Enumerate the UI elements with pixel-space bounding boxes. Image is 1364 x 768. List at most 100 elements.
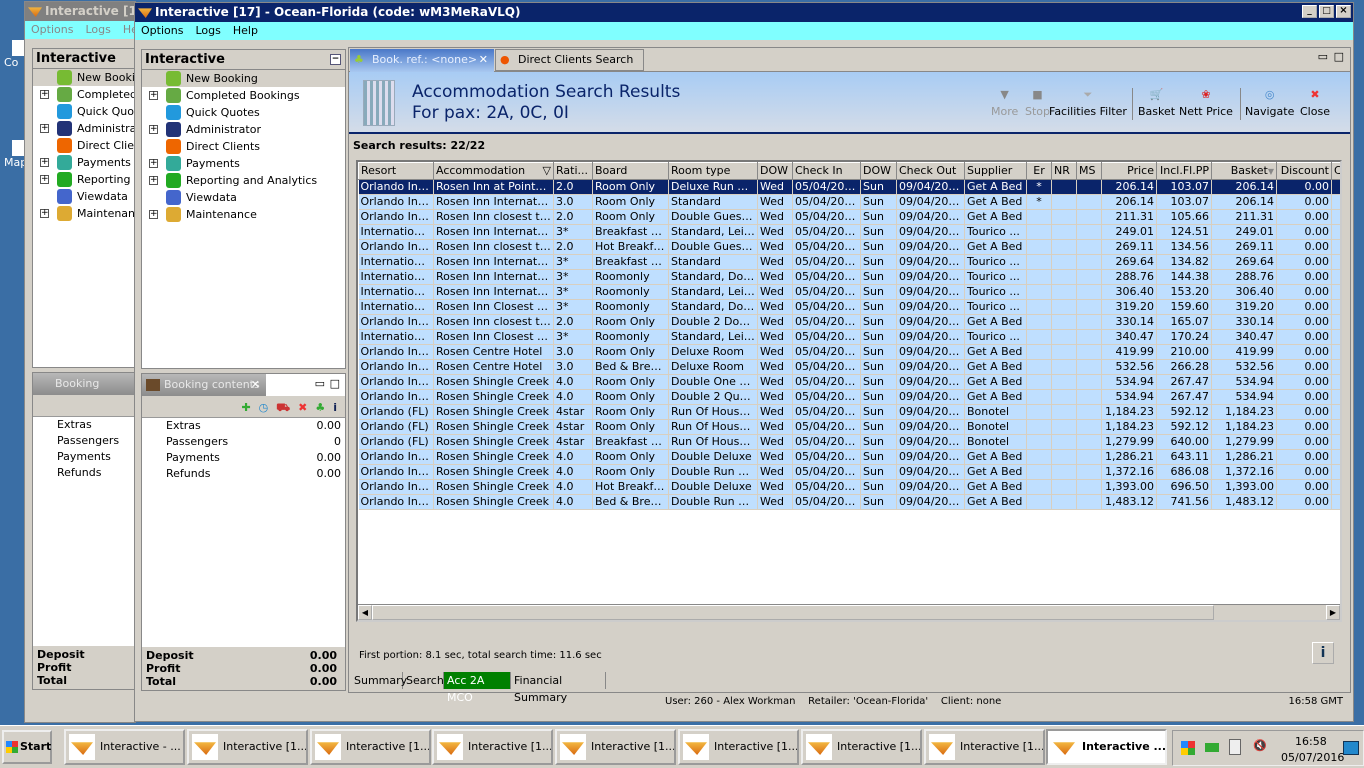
- nav-item[interactable]: +Administrator: [142, 121, 345, 138]
- results-grid[interactable]: Resort Accommodation ▽ Rati... Board Room typ…: [356, 160, 1342, 622]
- minimize-button[interactable]: _: [1302, 5, 1317, 18]
- column-header[interactable]: Rati...: [553, 162, 593, 180]
- table-row[interactable]: Orlando Int... Rosen Inn closest to ... 2.…: [358, 209, 1340, 225]
- column-header[interactable]: Check Out: [896, 162, 965, 180]
- close-tab-icon[interactable]: ✕: [479, 49, 488, 71]
- column-header[interactable]: Er: [1026, 162, 1052, 180]
- nav-item[interactable]: Direct Clients: [33, 137, 135, 154]
- info-icon[interactable]: i: [333, 401, 337, 414]
- table-row[interactable]: Orlando Int... Rosen Shingle Creek 4.0 Room…: [358, 464, 1340, 480]
- maximize-button[interactable]: □: [1319, 5, 1334, 18]
- tab-booking-ref[interactable]: ♣ Book. ref.: <none> ✕: [350, 49, 494, 72]
- add-icon[interactable]: ✚: [241, 401, 250, 414]
- network-card-icon[interactable]: [1205, 743, 1219, 752]
- nav-item[interactable]: Quick Quotes: [142, 104, 345, 121]
- nav-item[interactable]: Quick Quotes: [33, 103, 135, 120]
- table-row[interactable]: Orlando Int... Rosen Shingle Creek 4.0 Bed …: [358, 494, 1340, 510]
- menu-logs[interactable]: Logs: [195, 24, 220, 37]
- column-header[interactable]: Supplier: [964, 162, 1027, 180]
- column-header[interactable]: Accommodation ▽: [433, 162, 554, 180]
- table-row[interactable]: Orlando Int... Rosen Inn Internatio... 3.0…: [358, 194, 1340, 210]
- column-header[interactable]: Room type: [668, 162, 758, 180]
- stop-button[interactable]: ■ Stop: [1025, 88, 1050, 118]
- table-row[interactable]: Internation... Rosen Inn Closest to... 3* R…: [358, 329, 1340, 345]
- table-row[interactable]: Internation... Rosen Inn Closest to... 3* R…: [358, 299, 1340, 315]
- expand-icon[interactable]: +: [149, 125, 158, 134]
- panel-minimize-button[interactable]: ▭: [315, 377, 325, 390]
- sort-desc-icon[interactable]: ▼: [1268, 167, 1274, 176]
- expand-icon[interactable]: +: [149, 210, 158, 219]
- nav-item[interactable]: + Payments: [142, 155, 345, 172]
- column-header[interactable]: Board: [592, 162, 669, 180]
- taskbar-item[interactable]: Interactive [1...: [924, 729, 1045, 765]
- delete-icon[interactable]: ✖: [298, 401, 307, 414]
- nav-item[interactable]: +Completed Bookings: [33, 86, 135, 103]
- table-row[interactable]: Orlando Int... Rosen Shingle Creek 4.0 Room…: [358, 374, 1340, 390]
- table-row[interactable]: Orlando (FL) Rosen Shingle Creek 4star Room…: [358, 419, 1340, 435]
- start-button[interactable]: Start: [2, 730, 52, 764]
- column-header[interactable]: Discount: [1276, 162, 1332, 180]
- table-row[interactable]: Orlando Int... Rosen Inn at Pointe ... 2.0…: [358, 179, 1340, 195]
- area-maximize-button[interactable]: □: [1334, 50, 1344, 63]
- desktop-icon-computer[interactable]: Co: [4, 40, 26, 69]
- info-button[interactable]: i: [1312, 642, 1334, 664]
- taskbar-item[interactable]: Interactive [1...: [678, 729, 799, 765]
- scroll-right-button[interactable]: ▶: [1326, 605, 1340, 620]
- expand-icon[interactable]: +: [149, 91, 158, 100]
- bottom-tab[interactable]: Summary: [351, 672, 407, 689]
- column-header[interactable]: MS: [1076, 162, 1102, 180]
- taskbar-item[interactable]: Interactive [1...: [801, 729, 922, 765]
- nav-item[interactable]: New Booking: [33, 69, 135, 86]
- show-desktop-icon[interactable]: [1343, 741, 1359, 755]
- bottom-tab[interactable]: Search: [403, 672, 444, 689]
- expand-icon[interactable]: +: [40, 124, 49, 133]
- nav-item[interactable]: + Payments: [33, 154, 135, 171]
- nav-item[interactable]: New Booking: [142, 70, 345, 87]
- horizontal-scrollbar[interactable]: ◀ ▶: [358, 604, 1340, 620]
- expand-icon[interactable]: +: [40, 209, 49, 218]
- nav-item[interactable]: Viewdata: [142, 189, 345, 206]
- filter-icon[interactable]: ▽: [543, 164, 551, 178]
- taskbar-item[interactable]: Interactive [1...: [187, 729, 308, 765]
- taskbar-item[interactable]: Interactive [1...: [555, 729, 676, 765]
- table-row[interactable]: Internation... Rosen Inn International 3* B…: [358, 224, 1340, 240]
- expand-icon[interactable]: +: [40, 90, 49, 99]
- nav-item[interactable]: +Reporting and Analytics: [142, 172, 345, 189]
- bottom-tab[interactable]: Financial Summary: [511, 672, 606, 704]
- table-row[interactable]: Internation... Rosen Inn International 3* R…: [358, 284, 1340, 300]
- expand-icon[interactable]: +: [40, 175, 49, 184]
- table-row[interactable]: Orlando Int... Rosen Shingle Creek 4.0 Room…: [358, 449, 1340, 465]
- expand-icon[interactable]: +: [40, 158, 49, 167]
- panel-maximize-button[interactable]: □: [330, 377, 340, 390]
- collapse-button[interactable]: −: [330, 54, 341, 65]
- table-row[interactable]: Orlando (FL) Rosen Shingle Creek 4star Room…: [358, 404, 1340, 420]
- navigate-button[interactable]: ◎ Navigate: [1245, 88, 1294, 118]
- expand-icon[interactable]: +: [149, 176, 158, 185]
- nav-item[interactable]: Direct Clients: [142, 138, 345, 155]
- table-row[interactable]: Orlando Int... Rosen Shingle Creek 4.0 Room…: [358, 389, 1340, 405]
- desktop-icon-map[interactable]: Map: [4, 140, 27, 169]
- close-button[interactable]: ✖ Close: [1300, 88, 1330, 118]
- scroll-thumb[interactable]: [372, 605, 1214, 620]
- column-header[interactable]: Check In: [792, 162, 861, 180]
- column-header[interactable]: C: [1331, 162, 1340, 180]
- area-minimize-button[interactable]: ▭: [1318, 50, 1328, 63]
- table-row[interactable]: Orlando (FL) Rosen Shingle Creek 4star Brea…: [358, 434, 1340, 450]
- palm-tree-icon[interactable]: ♣: [315, 401, 325, 414]
- column-header[interactable]: Basket▼: [1211, 162, 1277, 180]
- nav-item[interactable]: +Maintenance: [142, 206, 345, 223]
- close-panel-icon[interactable]: ✕: [251, 374, 260, 396]
- menu-options[interactable]: Options: [31, 23, 73, 36]
- close-window-button[interactable]: ×: [1336, 5, 1351, 18]
- volume-muted-icon[interactable]: 🔇: [1253, 739, 1267, 752]
- facilities-filter-button[interactable]: ⏷ Facilities Filter: [1049, 88, 1127, 118]
- table-row[interactable]: Internation... Rosen Inn International 3* R…: [358, 269, 1340, 285]
- table-row[interactable]: Orlando Int... Rosen Inn closest to ... 2.…: [358, 239, 1340, 255]
- column-header[interactable]: Resort: [358, 162, 434, 180]
- table-row[interactable]: Orlando Int... Rosen Centre Hotel 3.0 Room …: [358, 344, 1340, 360]
- taskbar-item[interactable]: Interactive ...: [1046, 729, 1167, 765]
- menu-help[interactable]: Help: [233, 24, 258, 37]
- table-row[interactable]: Internation... Rosen Inn International 3* B…: [358, 254, 1340, 270]
- antivirus-icon[interactable]: [1181, 741, 1195, 755]
- basket-checkout-icon[interactable]: ⛟: [276, 401, 290, 414]
